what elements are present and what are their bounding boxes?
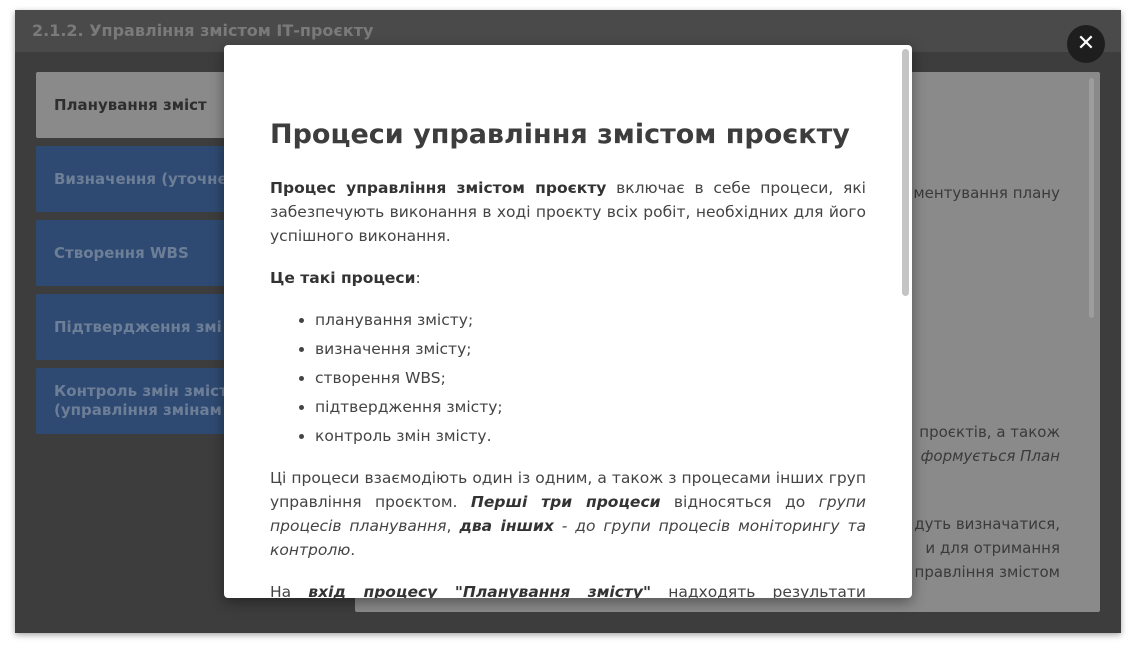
- list-item: підтвердження змісту;: [315, 395, 866, 419]
- background-text-line: и для отримання: [925, 539, 1060, 557]
- modal-dialog: Процеси управління змістом проєкту Проце…: [224, 45, 912, 598]
- sidebar-item-label-line2: (управління змінам: [54, 401, 222, 419]
- text: На: [270, 583, 309, 598]
- bold-text: Процес управління змістом проєкту: [270, 179, 607, 197]
- list-item: створення WBS;: [315, 366, 866, 390]
- bold-italic-text: Перші три процеси: [470, 493, 661, 511]
- bold-italic-text: вхід процесу "Планування змісту": [308, 583, 652, 598]
- paragraph-interaction: Ці процеси взаємодіють один із одним, а …: [270, 466, 866, 562]
- modal-title: Процеси управління змістом проєкту: [270, 119, 850, 150]
- process-list: планування змісту; визначення змісту; ст…: [270, 308, 866, 448]
- paragraph-input: На вхід процесу "Планування змісту" надх…: [270, 580, 866, 598]
- text: :: [415, 269, 421, 287]
- list-item: контроль змін змісту.: [315, 424, 866, 448]
- sidebar-item-label: Контроль змін зміст (управління змінам: [54, 382, 228, 420]
- bold-text: Це такі процеси: [270, 269, 416, 287]
- sidebar-item-label-line1: Контроль змін зміст: [54, 382, 228, 400]
- close-button[interactable]: ✕: [1067, 25, 1105, 63]
- background-text-line: ментування плану: [913, 184, 1060, 202]
- close-icon: ✕: [1076, 31, 1096, 56]
- list-item: визначення змісту;: [315, 337, 866, 361]
- page-title: 2.1.2. Управління змістом ІТ-проєкту: [32, 21, 374, 40]
- italic-text: - до: [553, 517, 604, 535]
- sidebar-item-label: Створення WBS: [54, 243, 189, 262]
- text: ,: [446, 517, 460, 535]
- background-text-line: формується План: [920, 447, 1060, 465]
- background-text-line: дуть визначатися,: [914, 515, 1060, 533]
- background-text-line: проєктів, а також: [919, 423, 1060, 441]
- modal-scrollbar[interactable]: [902, 49, 909, 296]
- bold-italic-text: два інших: [459, 517, 554, 535]
- text: відносяться до: [660, 493, 819, 511]
- text: .: [350, 541, 356, 559]
- background-text-line: правління змістом: [914, 563, 1060, 581]
- modal-content: Процеси управління змістом проєкту Проце…: [270, 118, 866, 598]
- sidebar-item-label: Визначення (уточне: [54, 169, 228, 188]
- paragraph-intro: Процес управління змістом проєкту включа…: [270, 176, 866, 248]
- paragraph-processes-heading: Це такі процеси:: [270, 266, 866, 290]
- sidebar-item-label: Підтвердження змі: [54, 317, 222, 336]
- list-item: планування змісту;: [315, 308, 866, 332]
- background-scrollbar[interactable]: [1089, 78, 1094, 318]
- sidebar-item-label: Планування зміст: [54, 95, 207, 114]
